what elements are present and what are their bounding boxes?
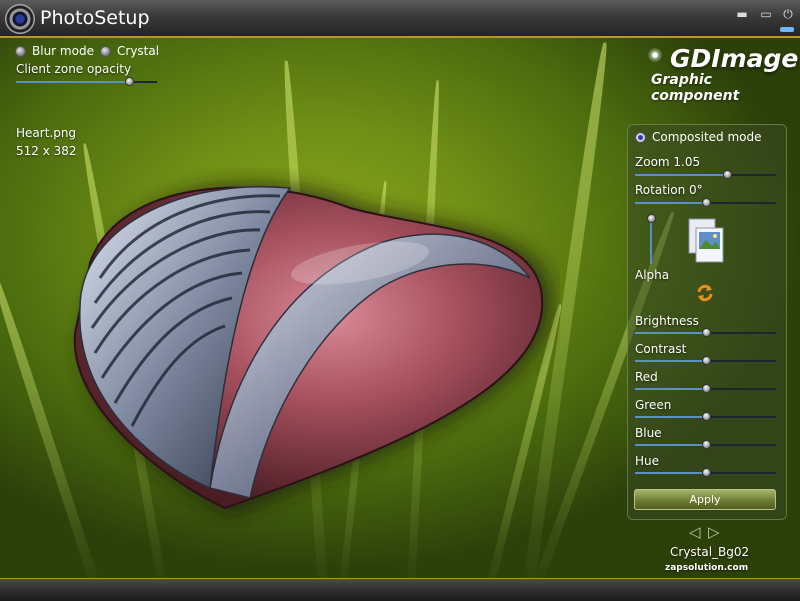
site-link[interactable]: zapsolution.com — [665, 563, 748, 573]
image-filename: Heart.png — [16, 126, 77, 140]
logo-title: GDImage — [670, 44, 799, 73]
background-name: Crystal_Bg02 — [670, 545, 750, 559]
adjustment-label: Brightness — [635, 314, 699, 328]
composited-mode-radio[interactable]: Composited mode — [635, 130, 762, 144]
title-bar[interactable]: PhotoSetup ▬ ▭ ⏻ — [0, 0, 800, 38]
adjustment-label: Hue — [635, 454, 660, 468]
blur-mode-radio[interactable]: Blur mode — [15, 44, 94, 58]
zoom-slider[interactable] — [635, 170, 776, 180]
apply-button[interactable]: Apply — [634, 489, 776, 510]
image-dimensions: 512 x 382 — [16, 144, 77, 158]
opacity-slider[interactable] — [16, 77, 157, 87]
radio-dot-selected[interactable] — [635, 131, 646, 143]
maximize-icon[interactable]: ▭ — [758, 6, 774, 22]
adjustment-slider[interactable] — [635, 356, 776, 366]
blur-mode-label: Blur mode — [32, 44, 94, 58]
adjustment-slider[interactable] — [635, 412, 776, 422]
adjustment-label: Red — [635, 370, 658, 384]
alpha-slider[interactable] — [646, 214, 656, 264]
image-preview-icon[interactable] — [688, 218, 724, 264]
adjustment-label: Green — [635, 398, 672, 412]
heart-image[interactable] — [60, 168, 560, 528]
window-title: PhotoSetup — [40, 7, 150, 29]
bottom-bar — [0, 578, 800, 601]
power-indicator — [780, 27, 794, 32]
logo-subtitle: Graphic component — [651, 72, 740, 104]
crystal-label: Crystal — [117, 44, 160, 58]
alpha-label: Alpha — [635, 268, 670, 282]
composited-mode-label: Composited mode — [652, 130, 762, 144]
zoom-label: Zoom 1.05 — [635, 155, 701, 169]
next-arrow-icon[interactable]: ▷ — [708, 523, 720, 541]
adjustment-label: Contrast — [635, 342, 687, 356]
crystal-radio[interactable]: Crystal — [100, 44, 159, 58]
rotation-label: Rotation 0° — [635, 183, 703, 197]
adjustment-slider[interactable] — [635, 384, 776, 394]
adjustment-slider[interactable] — [635, 328, 776, 338]
minimize-icon[interactable]: ▬ — [734, 6, 750, 22]
radio-dot[interactable] — [15, 45, 26, 57]
adjustment-slider[interactable] — [635, 468, 776, 478]
camera-lens-icon — [5, 4, 35, 34]
adjustment-slider[interactable] — [635, 440, 776, 450]
radio-dot[interactable] — [100, 45, 111, 57]
power-icon[interactable]: ⏻ — [780, 6, 796, 22]
rotation-slider[interactable] — [635, 198, 776, 208]
adjustment-label: Blue — [635, 426, 662, 440]
refresh-icon[interactable] — [695, 283, 715, 303]
sparkle-icon — [648, 48, 662, 62]
previous-arrow-icon[interactable]: ◁ — [689, 523, 701, 541]
opacity-label: Client zone opacity — [16, 62, 132, 76]
